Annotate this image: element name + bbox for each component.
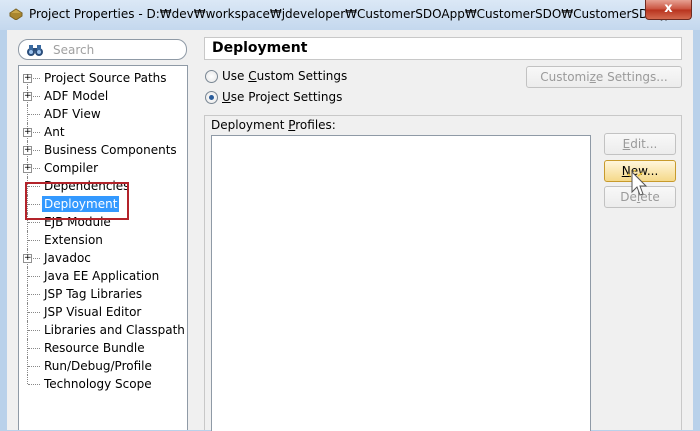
tree-item-compiler[interactable]: + Compiler xyxy=(19,159,187,177)
tree-connector xyxy=(28,240,40,241)
search-input[interactable]: Search xyxy=(18,39,187,60)
tree-item-label: Compiler xyxy=(44,161,99,175)
tree-item-label: Technology Scope xyxy=(44,377,152,391)
binoculars-icon xyxy=(27,45,43,56)
use-custom-settings-label[interactable]: Use Custom Settings xyxy=(222,69,347,83)
tree-item-technology-scope[interactable]: Technology Scope xyxy=(19,375,187,393)
category-tree[interactable]: + Project Source Paths + ADF Model ADF View +… xyxy=(18,65,188,430)
tree-item-adf-view[interactable]: ADF View xyxy=(19,105,187,123)
tree-item-label: Run/Debug/Profile xyxy=(44,359,152,373)
tree-item-label: ADF View xyxy=(44,107,101,121)
tree-item-label: Project Source Paths xyxy=(44,71,167,85)
tree-connector xyxy=(28,294,40,295)
edit-button[interactable]: Edit... xyxy=(604,133,676,155)
use-project-settings-label[interactable]: Use Project Settings xyxy=(222,90,342,104)
tree-item-label: Libraries and Classpath xyxy=(44,323,185,337)
page-title: Deployment xyxy=(204,37,682,60)
tree-item-java-ee-application[interactable]: Java EE Application xyxy=(19,267,187,285)
tree-item-jsp-tag-libraries[interactable]: JSP Tag Libraries xyxy=(19,285,187,303)
tree-item-label: Business Components xyxy=(44,143,177,157)
tree-item-label: Resource Bundle xyxy=(44,341,145,355)
tree-connector xyxy=(28,114,40,115)
tree-item-javadoc[interactable]: + Javadoc xyxy=(19,249,187,267)
tree-item-label: Extension xyxy=(44,233,103,247)
expand-icon[interactable]: + xyxy=(23,92,32,101)
tree-connector xyxy=(28,222,40,223)
tree-item-jsp-visual-editor[interactable]: JSP Visual Editor xyxy=(19,303,187,321)
tree-connector xyxy=(28,276,40,277)
tree-connector xyxy=(28,348,40,349)
tree-item-ant[interactable]: + Ant xyxy=(19,123,187,141)
tree-item-project-source-paths[interactable]: + Project Source Paths xyxy=(19,69,187,87)
tree-item-business-components[interactable]: + Business Components xyxy=(19,141,187,159)
tree-connector xyxy=(28,312,40,313)
expand-icon[interactable]: + xyxy=(23,254,32,263)
window-title: Project Properties - D:₩dev₩workspace₩jd… xyxy=(29,7,677,21)
dialog-body: Search + Project Source Paths + ADF Model AD… xyxy=(7,30,693,431)
tree-connector xyxy=(27,375,28,384)
tree-item-label: Javadoc xyxy=(44,251,91,265)
tree-connector xyxy=(28,366,40,367)
deployment-profiles-list[interactable] xyxy=(211,135,591,431)
tree-item-adf-model[interactable]: + ADF Model xyxy=(19,87,187,105)
annotation-highlight-box xyxy=(25,182,129,220)
expand-icon[interactable]: + xyxy=(23,74,32,83)
title-bar: Project Properties - D:₩dev₩workspace₩jd… xyxy=(0,0,700,30)
use-project-settings-radio[interactable] xyxy=(205,91,218,104)
tree-connector xyxy=(28,330,40,331)
mouse-pointer-icon xyxy=(628,170,648,196)
tree-item-run-debug-profile[interactable]: Run/Debug/Profile xyxy=(19,357,187,375)
tree-item-label: JSP Tag Libraries xyxy=(44,287,143,301)
search-placeholder: Search xyxy=(53,43,95,57)
use-custom-settings-radio[interactable] xyxy=(205,70,218,83)
tree-item-label: Ant xyxy=(44,125,65,139)
tree-item-extension[interactable]: Extension xyxy=(19,231,187,249)
expand-icon[interactable]: + xyxy=(23,128,32,137)
tree-connector xyxy=(28,384,40,385)
deployment-profiles-label: Deployment Profiles: xyxy=(211,118,336,132)
project-icon xyxy=(9,8,23,20)
customize-settings-button[interactable]: Customize Settings... xyxy=(526,66,682,88)
tree-item-label: ADF Model xyxy=(44,89,109,103)
expand-icon[interactable]: + xyxy=(23,164,32,173)
tree-item-label: JSP Visual Editor xyxy=(44,305,142,319)
tree-item-libraries-and-classpath[interactable]: Libraries and Classpath xyxy=(19,321,187,339)
tree-item-resource-bundle[interactable]: Resource Bundle xyxy=(19,339,187,357)
tree-item-label: Java EE Application xyxy=(44,269,160,283)
close-button[interactable]: x xyxy=(645,0,692,20)
expand-icon[interactable]: + xyxy=(23,146,32,155)
